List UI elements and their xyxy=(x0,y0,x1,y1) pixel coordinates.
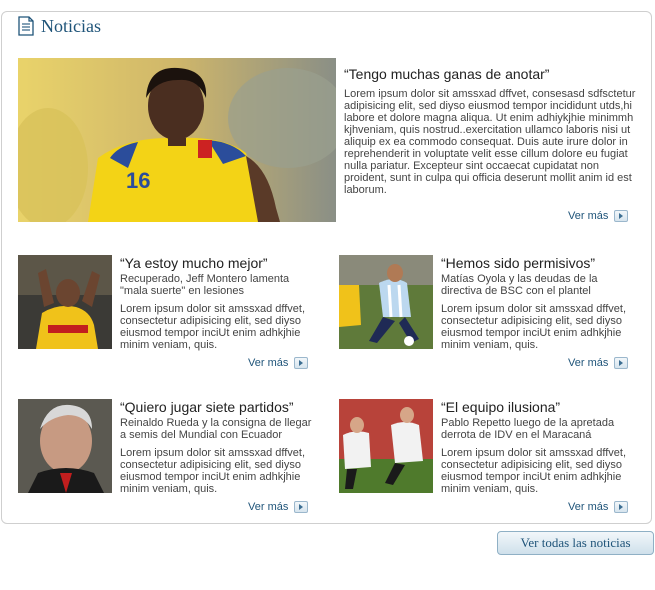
news-headline[interactable]: “Ya estoy mucho mejor” xyxy=(120,255,268,271)
featured-body: Lorem ipsum dolor sit amssxad dffvet, co… xyxy=(344,88,636,196)
arrow-right-icon xyxy=(614,357,629,369)
news-headline[interactable]: “Hemos sido permisivos” xyxy=(441,255,595,271)
news-photo[interactable] xyxy=(339,399,433,493)
news-headline[interactable]: “Quiero jugar siete partidos” xyxy=(120,399,294,415)
news-photo[interactable] xyxy=(339,255,433,349)
news-photo[interactable] xyxy=(18,399,112,493)
arrow-right-icon xyxy=(614,210,629,222)
news-more-link[interactable]: Ver más xyxy=(568,501,629,513)
news-more-link[interactable]: Ver más xyxy=(568,357,629,369)
section-header: Noticias xyxy=(17,14,101,38)
news-body: Lorem ipsum dolor sit amssxad dffvet, co… xyxy=(120,447,306,495)
arrow-right-icon xyxy=(294,501,309,513)
featured-photo[interactable]: 16 xyxy=(18,58,336,222)
arrow-right-icon xyxy=(294,357,309,369)
more-label: Ver más xyxy=(568,357,609,369)
news-more-link[interactable]: Ver más xyxy=(248,357,309,369)
featured-headline[interactable]: “Tengo muchas ganas de anotar” xyxy=(344,66,549,82)
news-subtitle: Recuperado, Jeff Montero lamenta "mala s… xyxy=(120,273,290,297)
svg-text:16: 16 xyxy=(126,168,150,193)
news-body: Lorem ipsum dolor sit amssxad dffvet, co… xyxy=(441,447,627,495)
more-label: Ver más xyxy=(568,501,609,513)
more-label: Ver más xyxy=(568,210,609,222)
news-photo[interactable] xyxy=(18,255,112,349)
more-label: Ver más xyxy=(248,357,289,369)
news-headline[interactable]: “El equipo ilusiona” xyxy=(441,399,560,415)
news-subtitle: Reinaldo Rueda y la consigna de llegar a… xyxy=(120,417,312,441)
featured-more-link[interactable]: Ver más xyxy=(568,210,629,222)
document-icon xyxy=(18,16,34,36)
view-all-news-button[interactable]: Ver todas las noticias xyxy=(497,531,654,555)
page-title: Noticias xyxy=(41,15,101,36)
more-label: Ver más xyxy=(248,501,289,513)
arrow-right-icon xyxy=(614,501,629,513)
news-body: Lorem ipsum dolor sit amssxad dffvet, co… xyxy=(441,303,627,351)
news-more-link[interactable]: Ver más xyxy=(248,501,309,513)
news-body: Lorem ipsum dolor sit amssxad dffvet, co… xyxy=(120,303,306,351)
news-subtitle: Matías Oyola y las deudas de la directiv… xyxy=(441,273,598,297)
news-subtitle: Pablo Repetto luego de la apretada derro… xyxy=(441,417,615,441)
